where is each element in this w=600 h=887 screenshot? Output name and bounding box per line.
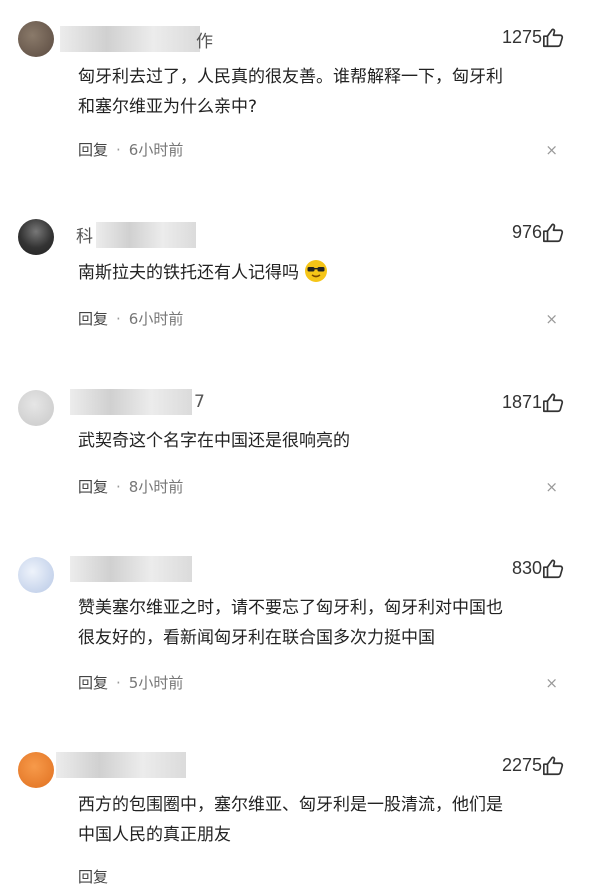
comment-meta: 回复 · 6小时前 [78, 308, 183, 329]
timestamp: 8小时前 [128, 478, 184, 496]
thumbs-up-icon[interactable] [542, 392, 564, 414]
like-count: 976 [511, 222, 542, 242]
thumbs-up-icon[interactable] [542, 558, 564, 580]
thumbs-up-icon[interactable] [542, 755, 564, 777]
comment-text-line: 匈牙利去过了，人民真的很友善。谁帮解释一下，匈牙利 [78, 67, 503, 87]
reply-button[interactable]: 回复 [78, 141, 108, 159]
comment-text-line: 武契奇这个名字在中国还是很响亮的 [78, 431, 350, 451]
comment-text: 南斯拉夫的铁托还有人记得吗 [78, 258, 578, 288]
comment-text: 西方的包围圈中，塞尔维亚、匈牙利是一股清流，他们是 中国人民的真正朋友 [78, 790, 578, 850]
timestamp: 6小时前 [128, 310, 184, 328]
reply-button[interactable]: 回复 [78, 674, 108, 692]
close-icon[interactable]: × [545, 478, 558, 496]
close-icon[interactable]: × [545, 310, 558, 328]
username-redacted [70, 389, 192, 415]
comment-meta: 回复 · 8小时前 [78, 476, 183, 497]
comment-text-line: 南斯拉夫的铁托还有人记得吗 [78, 263, 299, 283]
reply-button[interactable]: 回复 [78, 310, 108, 328]
avatar[interactable] [18, 21, 54, 57]
separator-dot: · [116, 310, 121, 328]
username[interactable]: 作 [196, 27, 213, 49]
comment-text-line: 中国人民的真正朋友 [78, 825, 231, 845]
timestamp: 5小时前 [128, 674, 184, 692]
username[interactable]: 7 [194, 392, 205, 414]
avatar[interactable] [18, 557, 54, 593]
comment-text: 匈牙利去过了，人民真的很友善。谁帮解释一下，匈牙利 和塞尔维亚为什么亲中? [78, 62, 578, 122]
username-redacted [60, 26, 200, 52]
avatar[interactable] [18, 390, 54, 426]
sunglasses-emoji-icon [305, 260, 328, 282]
username[interactable]: 科 [76, 222, 93, 244]
like-count: 830 [511, 558, 542, 578]
comment-meta: 回复 · 5小时前 [78, 672, 183, 693]
reply-button[interactable]: 回复 [78, 478, 108, 496]
like-count: 1275 [501, 27, 542, 47]
comment-text-line: 赞美塞尔维亚之时，请不要忘了匈牙利，匈牙利对中国也 [78, 598, 503, 618]
avatar[interactable] [18, 219, 54, 255]
thumbs-up-icon[interactable] [542, 222, 564, 244]
separator-dot: · [116, 478, 121, 496]
comment-text: 赞美塞尔维亚之时，请不要忘了匈牙利，匈牙利对中国也 很友好的，看新闻匈牙利在联合… [78, 593, 578, 653]
comment-text-line: 很友好的，看新闻匈牙利在联合国多次力挺中国 [78, 628, 435, 648]
reply-button[interactable]: 回复 [78, 868, 108, 886]
comment-text-line: 和塞尔维亚为什么亲中? [78, 97, 258, 117]
username-redacted [56, 752, 186, 778]
separator-dot: · [116, 674, 121, 692]
thumbs-up-icon[interactable] [542, 27, 564, 49]
comment-text-line: 西方的包围圈中，塞尔维亚、匈牙利是一股清流，他们是 [78, 795, 503, 815]
avatar[interactable] [18, 752, 54, 788]
comment-text: 武契奇这个名字在中国还是很响亮的 [78, 426, 578, 456]
separator-dot: · [116, 141, 121, 159]
username-redacted [96, 222, 196, 248]
username-redacted [70, 556, 192, 582]
like-count: 1871 [501, 392, 542, 412]
close-icon[interactable]: × [545, 141, 558, 159]
like-count: 2275 [501, 755, 542, 775]
close-icon[interactable]: × [545, 674, 558, 692]
timestamp: 6小时前 [128, 141, 184, 159]
comment-meta: 回复 · 6小时前 [78, 139, 183, 160]
